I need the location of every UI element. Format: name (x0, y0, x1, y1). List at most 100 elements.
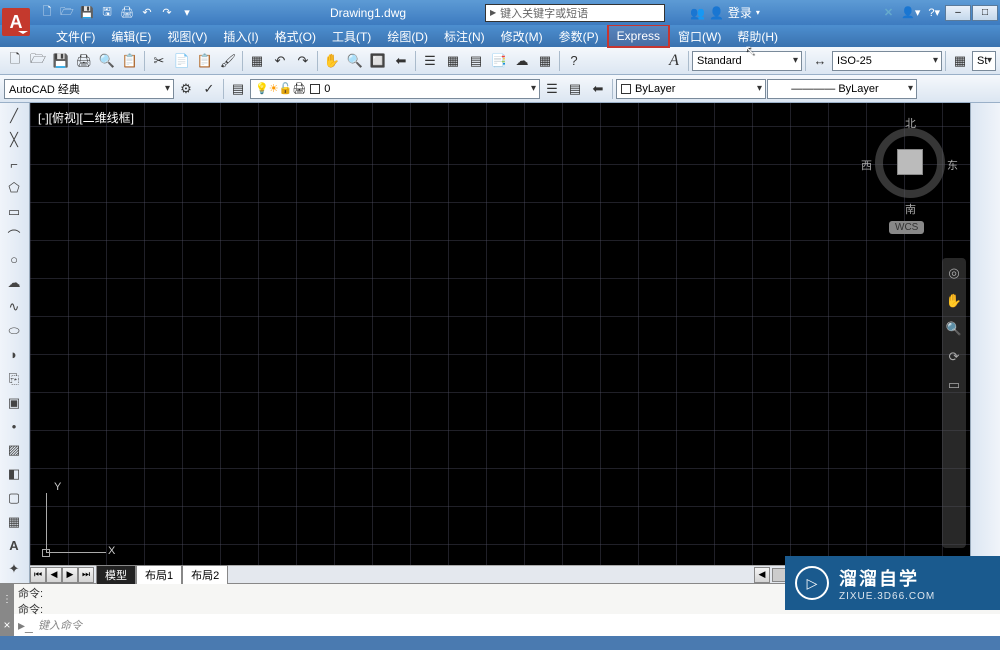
app-logo[interactable]: A (2, 8, 30, 36)
insert-icon[interactable]: ⎘ (2, 367, 26, 390)
gradient-icon[interactable]: ◧ (2, 463, 26, 486)
point-icon[interactable]: • (2, 415, 26, 438)
wcs-badge[interactable]: WCS (889, 221, 924, 234)
orbit-icon[interactable]: ⟳ (945, 348, 963, 366)
scroll-left-icon[interactable]: ◀ (754, 567, 770, 583)
polygon-icon[interactable]: ⬠ (2, 177, 26, 200)
menu-help[interactable]: 帮助(H) (729, 25, 786, 48)
layer-prev-icon[interactable]: ⬅ (587, 78, 609, 100)
command-input[interactable]: × ▸_ 键入命令 (0, 614, 1000, 636)
xline-icon[interactable]: ╳ (2, 129, 26, 152)
help-icon[interactable]: ? (563, 50, 585, 72)
match-icon[interactable]: 🖌 (217, 50, 239, 72)
menu-file[interactable]: 文件(F) (48, 25, 103, 48)
layer-iso-icon[interactable]: ▤ (564, 78, 586, 100)
menu-tools[interactable]: 工具(T) (324, 25, 379, 48)
zoom-icon[interactable]: 🔍 (344, 50, 366, 72)
maximize-button[interactable]: □ (972, 5, 998, 21)
viewport-label[interactable]: [-][俯视][二维线框] (38, 109, 134, 126)
viewcube-face[interactable] (897, 149, 923, 175)
tablestyle-dropdown[interactable]: St (972, 51, 996, 71)
preview-icon[interactable]: 🔍 (96, 50, 118, 72)
text-style-dropdown[interactable]: Standard (692, 51, 802, 71)
wheel-icon[interactable]: ◎ (945, 264, 963, 282)
menu-insert[interactable]: 插入(I) (215, 25, 266, 48)
cut-icon[interactable]: ✂ (148, 50, 170, 72)
tab-next-icon[interactable]: ▶ (62, 567, 78, 583)
tab-prev-icon[interactable]: ◀ (46, 567, 62, 583)
workspace-settings-icon[interactable]: ⚙ (175, 78, 197, 100)
layer-states-icon[interactable]: ☰ (541, 78, 563, 100)
pan-icon[interactable]: ✋ (945, 292, 963, 310)
menu-edit[interactable]: 编辑(E) (103, 25, 159, 48)
addselected-icon[interactable]: ✦ (2, 558, 26, 581)
minimize-button[interactable]: – (945, 5, 971, 21)
rectangle-icon[interactable]: ▭ (2, 200, 26, 223)
revcloud-icon[interactable]: ☁ (2, 272, 26, 295)
dim-style-dropdown[interactable]: ISO-25 (832, 51, 942, 71)
tab-first-icon[interactable]: ⏮ (30, 567, 46, 583)
hatch-icon[interactable]: ▨ (2, 439, 26, 462)
paste-icon[interactable]: 📋 (194, 50, 216, 72)
save-icon[interactable]: 💾 (50, 50, 72, 72)
sheet-set-icon[interactable]: 📑 (488, 50, 510, 72)
menu-window[interactable]: 窗口(W) (670, 25, 729, 48)
properties-icon[interactable]: ☰ (419, 50, 441, 72)
menu-parametric[interactable]: 参数(P) (551, 25, 607, 48)
table-style-icon[interactable]: ▦ (949, 50, 971, 72)
textstyle-icon[interactable]: A (663, 50, 685, 72)
open-icon[interactable]: 🗁 (27, 50, 49, 72)
print-icon[interactable]: 🖨 (118, 4, 136, 22)
saveas-icon[interactable]: 🖫 (98, 4, 116, 22)
open-icon[interactable]: 🗁 (58, 4, 76, 22)
polyline-icon[interactable]: ⌐ (2, 153, 26, 176)
publish-icon[interactable]: 📋 (119, 50, 141, 72)
ellipsearc-icon[interactable]: ◗ (2, 343, 26, 366)
new-icon[interactable]: 🗋 (4, 50, 26, 72)
cmd-handle-icon[interactable]: ⋮ (0, 584, 14, 614)
layer-manager-icon[interactable]: ▤ (227, 78, 249, 100)
workspace-dropdown[interactable]: AutoCAD 经典 (4, 79, 174, 99)
help-search-input[interactable]: 键入关键字或短语 (485, 4, 665, 22)
new-icon[interactable]: 🗋 (38, 4, 56, 22)
block-icon[interactable]: ▦ (246, 50, 268, 72)
zoomprev-icon[interactable]: ⬅ (390, 50, 412, 72)
workspace-save-icon[interactable]: ✓ (198, 78, 220, 100)
text-icon[interactable]: A (2, 534, 26, 557)
exchange-icon[interactable]: ✕ (884, 6, 893, 19)
arc-icon[interactable]: ⌒ (2, 224, 26, 247)
design-center-icon[interactable]: ▦ (442, 50, 464, 72)
showmotion-icon[interactable]: ▭ (945, 376, 963, 394)
menu-view[interactable]: 视图(V) (159, 25, 215, 48)
circle-icon[interactable]: ○ (2, 248, 26, 271)
redo-icon[interactable]: ↷ (158, 4, 176, 22)
markup-icon[interactable]: ☁ (511, 50, 533, 72)
pan-icon[interactable]: ✋ (321, 50, 343, 72)
drawing-canvas[interactable]: [-][俯视][二维线框] Y X 北 南 东 西 WCS ◎ ✋ 🔍 ⟳ ▭ … (30, 103, 970, 583)
help-icon[interactable]: ?▾ (928, 6, 940, 19)
login-area[interactable]: 👥 👤 登录 ▾ (690, 4, 760, 21)
tool-palette-icon[interactable]: ▤ (465, 50, 487, 72)
calc-icon[interactable]: ▦ (534, 50, 556, 72)
layout1-tab[interactable]: 布局1 (136, 565, 182, 584)
dimstyle-icon[interactable]: ↔ (809, 50, 831, 72)
layout2-tab[interactable]: 布局2 (182, 565, 228, 584)
undo-icon[interactable]: ↶ (138, 4, 156, 22)
model-tab[interactable]: 模型 (96, 565, 136, 584)
copy-icon[interactable]: 📄 (171, 50, 193, 72)
layer-dropdown[interactable]: 💡☀🔓🖨 0 (250, 79, 540, 99)
ellipse-icon[interactable]: ⬭ (2, 320, 26, 343)
menu-express[interactable]: Express (607, 24, 670, 48)
menu-dimension[interactable]: 标注(N) (436, 25, 493, 48)
linetype-dropdown[interactable]: ———— ByLayer (767, 79, 917, 99)
zoom-icon[interactable]: 🔍 (945, 320, 963, 338)
color-dropdown[interactable]: ByLayer (616, 79, 766, 99)
print-icon[interactable]: 🖨 (73, 50, 95, 72)
menu-format[interactable]: 格式(O) (267, 25, 324, 48)
tab-last-icon[interactable]: ⏭ (78, 567, 94, 583)
cmd-close-icon[interactable]: × (0, 614, 14, 636)
autodesk-icon[interactable]: 👤▾ (901, 6, 920, 19)
menu-modify[interactable]: 修改(M) (493, 25, 551, 48)
save-icon[interactable]: 💾 (78, 4, 96, 22)
menu-draw[interactable]: 绘图(D) (379, 25, 436, 48)
